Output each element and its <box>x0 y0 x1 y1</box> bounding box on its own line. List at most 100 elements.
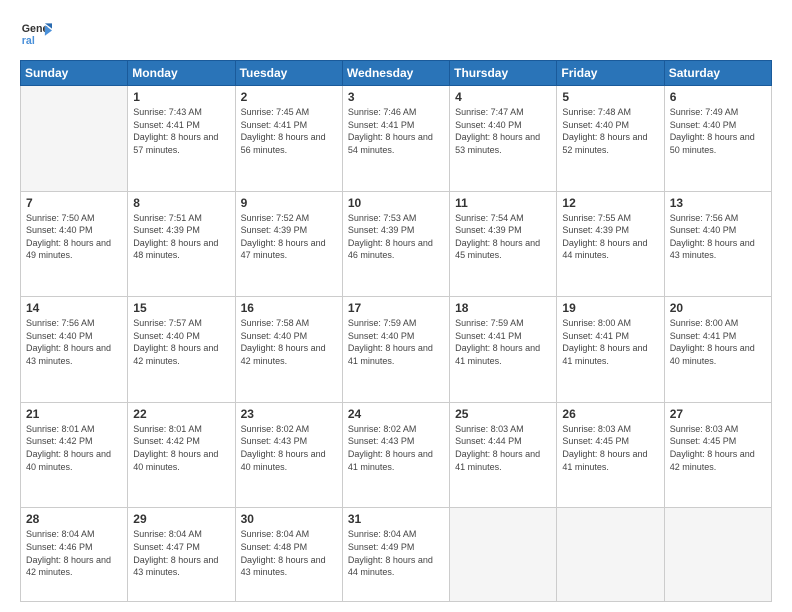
weekday-monday: Monday <box>128 61 235 86</box>
cell-info: Sunrise: 7:56 AMSunset: 4:40 PMDaylight:… <box>26 317 122 367</box>
day-number: 27 <box>670 407 766 421</box>
calendar-cell: 29 Sunrise: 8:04 AMSunset: 4:47 PMDayligh… <box>128 508 235 602</box>
calendar-cell <box>21 86 128 192</box>
calendar-cell: 12 Sunrise: 7:55 AMSunset: 4:39 PMDayligh… <box>557 191 664 297</box>
calendar-cell: 3Sunrise: 7:46 AMSunset: 4:41 PMDaylight… <box>342 86 449 192</box>
cell-info: Sunrise: 7:43 AMSunset: 4:41 PMDaylight:… <box>133 106 229 156</box>
weekday-sunday: Sunday <box>21 61 128 86</box>
calendar-cell: 9Sunrise: 7:52 AMSunset: 4:39 PMDaylight… <box>235 191 342 297</box>
day-number: 25 <box>455 407 551 421</box>
cell-info: Sunrise: 7:59 AMSunset: 4:41 PMDaylight:… <box>455 317 551 367</box>
cell-info: Sunrise: 8:03 AMSunset: 4:44 PMDaylight:… <box>455 423 551 473</box>
week-row-4: 21Sunrise: 8:01 AMSunset: 4:42 PMDayligh… <box>21 402 772 508</box>
calendar-cell: 28 Sunrise: 8:04 AMSunset: 4:46 PMDayligh… <box>21 508 128 602</box>
cell-info: Sunrise: 8:04 AMSunset: 4:46 PMDaylight:… <box>26 528 122 578</box>
cell-info: Sunrise: 7:59 AMSunset: 4:40 PMDaylight:… <box>348 317 444 367</box>
day-number: 24 <box>348 407 444 421</box>
calendar-cell: 8 Sunrise: 7:51 AMSunset: 4:39 PMDaylight… <box>128 191 235 297</box>
calendar-cell: 20 Sunrise: 8:00 AMSunset: 4:41 PMDayligh… <box>664 297 771 403</box>
cell-info: Sunrise: 7:50 AMSunset: 4:40 PMDaylight:… <box>26 212 122 262</box>
calendar-cell: 17 Sunrise: 7:59 AMSunset: 4:40 PMDayligh… <box>342 297 449 403</box>
calendar-cell: 23 Sunrise: 8:02 AMSunset: 4:43 PMDayligh… <box>235 402 342 508</box>
day-number: 23 <box>241 407 337 421</box>
cell-info: Sunrise: 7:56 AMSunset: 4:40 PMDaylight:… <box>670 212 766 262</box>
cell-info: Sunrise: 8:04 AMSunset: 4:47 PMDaylight:… <box>133 528 229 578</box>
calendar-cell: 4Sunrise: 7:47 AMSunset: 4:40 PMDaylight… <box>450 86 557 192</box>
weekday-wednesday: Wednesday <box>342 61 449 86</box>
day-number: 26 <box>562 407 658 421</box>
calendar-cell: 13 Sunrise: 7:56 AMSunset: 4:40 PMDayligh… <box>664 191 771 297</box>
calendar-cell: 11 Sunrise: 7:54 AMSunset: 4:39 PMDayligh… <box>450 191 557 297</box>
weekday-friday: Friday <box>557 61 664 86</box>
day-number: 12 <box>562 196 658 210</box>
calendar-cell: 10 Sunrise: 7:53 AMSunset: 4:39 PMDayligh… <box>342 191 449 297</box>
calendar-cell: 7 Sunrise: 7:50 AMSunset: 4:40 PMDaylight… <box>21 191 128 297</box>
cell-info: Sunrise: 7:46 AMSunset: 4:41 PMDaylight:… <box>348 106 444 156</box>
cell-info: Sunrise: 7:55 AMSunset: 4:39 PMDaylight:… <box>562 212 658 262</box>
calendar-cell: 15 Sunrise: 7:57 AMSunset: 4:40 PMDayligh… <box>128 297 235 403</box>
cell-info: Sunrise: 7:47 AMSunset: 4:40 PMDaylight:… <box>455 106 551 156</box>
day-number: 5 <box>562 90 658 104</box>
svg-text:ral: ral <box>22 35 35 47</box>
day-number: 10 <box>348 196 444 210</box>
calendar-page: Gene ral SundayMondayTuesdayWednesdayThu… <box>0 0 792 612</box>
logo-icon: Gene ral <box>20 18 52 50</box>
day-number: 22 <box>133 407 229 421</box>
calendar-cell: 31 Sunrise: 8:04 AMSunset: 4:49 PMDayligh… <box>342 508 449 602</box>
calendar-cell: 2 Sunrise: 7:45 AMSunset: 4:41 PMDaylight… <box>235 86 342 192</box>
week-row-3: 14 Sunrise: 7:56 AMSunset: 4:40 PMDayligh… <box>21 297 772 403</box>
calendar-cell: 1 Sunrise: 7:43 AMSunset: 4:41 PMDaylight… <box>128 86 235 192</box>
day-number: 31 <box>348 512 444 526</box>
cell-info: Sunrise: 7:57 AMSunset: 4:40 PMDaylight:… <box>133 317 229 367</box>
cell-info: Sunrise: 7:45 AMSunset: 4:41 PMDaylight:… <box>241 106 337 156</box>
calendar-cell <box>664 508 771 602</box>
cell-info: Sunrise: 8:01 AMSunset: 4:42 PMDaylight:… <box>26 423 122 473</box>
day-number: 16 <box>241 301 337 315</box>
weekday-header-row: SundayMondayTuesdayWednesdayThursdayFrid… <box>21 61 772 86</box>
cell-info: Sunrise: 7:54 AMSunset: 4:39 PMDaylight:… <box>455 212 551 262</box>
calendar-cell: 6 Sunrise: 7:49 AMSunset: 4:40 PMDaylight… <box>664 86 771 192</box>
cell-info: Sunrise: 8:00 AMSunset: 4:41 PMDaylight:… <box>670 317 766 367</box>
weekday-thursday: Thursday <box>450 61 557 86</box>
cell-info: Sunrise: 8:00 AMSunset: 4:41 PMDaylight:… <box>562 317 658 367</box>
svg-text:Gene: Gene <box>22 23 49 35</box>
cell-info: Sunrise: 7:49 AMSunset: 4:40 PMDaylight:… <box>670 106 766 156</box>
day-number: 28 <box>26 512 122 526</box>
day-number: 17 <box>348 301 444 315</box>
day-number: 2 <box>241 90 337 104</box>
week-row-1: 1 Sunrise: 7:43 AMSunset: 4:41 PMDaylight… <box>21 86 772 192</box>
day-number: 11 <box>455 196 551 210</box>
calendar-cell: 30 Sunrise: 8:04 AMSunset: 4:48 PMDayligh… <box>235 508 342 602</box>
day-number: 6 <box>670 90 766 104</box>
weekday-saturday: Saturday <box>664 61 771 86</box>
cell-info: Sunrise: 8:03 AMSunset: 4:45 PMDaylight:… <box>562 423 658 473</box>
day-number: 7 <box>26 196 122 210</box>
day-number: 13 <box>670 196 766 210</box>
cell-info: Sunrise: 8:03 AMSunset: 4:45 PMDaylight:… <box>670 423 766 473</box>
cell-info: Sunrise: 7:51 AMSunset: 4:39 PMDaylight:… <box>133 212 229 262</box>
calendar-cell: 24Sunrise: 8:02 AMSunset: 4:43 PMDayligh… <box>342 402 449 508</box>
cell-info: Sunrise: 8:02 AMSunset: 4:43 PMDaylight:… <box>241 423 337 473</box>
day-number: 19 <box>562 301 658 315</box>
calendar-cell: 21Sunrise: 8:01 AMSunset: 4:42 PMDayligh… <box>21 402 128 508</box>
week-row-2: 7 Sunrise: 7:50 AMSunset: 4:40 PMDaylight… <box>21 191 772 297</box>
calendar-cell: 26 Sunrise: 8:03 AMSunset: 4:45 PMDayligh… <box>557 402 664 508</box>
cell-info: Sunrise: 7:48 AMSunset: 4:40 PMDaylight:… <box>562 106 658 156</box>
day-number: 1 <box>133 90 229 104</box>
day-number: 30 <box>241 512 337 526</box>
cell-info: Sunrise: 7:53 AMSunset: 4:39 PMDaylight:… <box>348 212 444 262</box>
cell-info: Sunrise: 7:52 AMSunset: 4:39 PMDaylight:… <box>241 212 337 262</box>
day-number: 29 <box>133 512 229 526</box>
day-number: 8 <box>133 196 229 210</box>
calendar-cell: 25 Sunrise: 8:03 AMSunset: 4:44 PMDayligh… <box>450 402 557 508</box>
cell-info: Sunrise: 8:04 AMSunset: 4:49 PMDaylight:… <box>348 528 444 578</box>
day-number: 15 <box>133 301 229 315</box>
day-number: 14 <box>26 301 122 315</box>
day-number: 18 <box>455 301 551 315</box>
calendar-cell: 19 Sunrise: 8:00 AMSunset: 4:41 PMDayligh… <box>557 297 664 403</box>
cell-info: Sunrise: 8:04 AMSunset: 4:48 PMDaylight:… <box>241 528 337 578</box>
day-number: 20 <box>670 301 766 315</box>
calendar-cell <box>557 508 664 602</box>
calendar-cell: 27 Sunrise: 8:03 AMSunset: 4:45 PMDayligh… <box>664 402 771 508</box>
page-header: Gene ral <box>20 18 772 50</box>
